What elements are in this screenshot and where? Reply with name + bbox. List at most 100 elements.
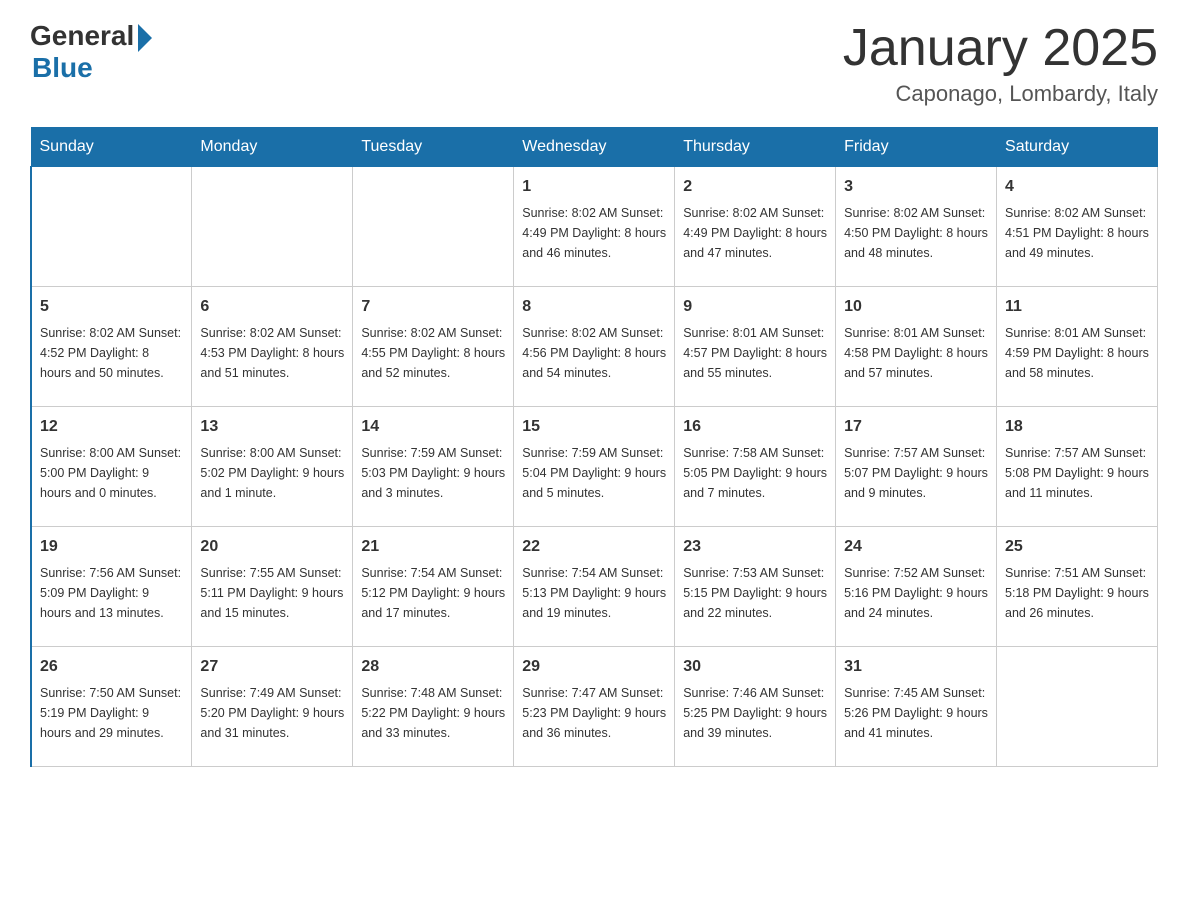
day-info: Sunrise: 7:58 AM Sunset: 5:05 PM Dayligh… xyxy=(683,443,827,503)
day-info: Sunrise: 7:51 AM Sunset: 5:18 PM Dayligh… xyxy=(1005,563,1149,623)
calendar-day-cell: 11 Sunrise: 8:01 AM Sunset: 4:59 PM Dayli… xyxy=(997,287,1158,407)
page-header: General Blue January 2025 Caponago, Lomb… xyxy=(30,20,1158,107)
calendar-day-cell: 19Sunrise: 7:56 AM Sunset: 5:09 PM Dayli… xyxy=(31,527,192,647)
day-number: 20 xyxy=(200,535,344,559)
day-of-week-header: Thursday xyxy=(675,128,836,167)
day-info: Sunrise: 7:57 AM Sunset: 5:07 PM Dayligh… xyxy=(844,443,988,503)
day-info: Sunrise: 8:00 AM Sunset: 5:02 PM Dayligh… xyxy=(200,443,344,503)
day-info: Sunrise: 8:01 AM Sunset: 4:59 PM Dayligh… xyxy=(1005,323,1149,383)
day-info: Sunrise: 7:50 AM Sunset: 5:19 PM Dayligh… xyxy=(40,683,183,743)
logo-blue-text: Blue xyxy=(32,52,93,84)
day-info: Sunrise: 7:57 AM Sunset: 5:08 PM Dayligh… xyxy=(1005,443,1149,503)
calendar-day-cell: 8Sunrise: 8:02 AM Sunset: 4:56 PM Daylig… xyxy=(514,287,675,407)
day-info: Sunrise: 8:02 AM Sunset: 4:49 PM Dayligh… xyxy=(522,203,666,263)
calendar-day-cell: 5Sunrise: 8:02 AM Sunset: 4:52 PM Daylig… xyxy=(31,287,192,407)
day-number: 7 xyxy=(361,295,505,319)
calendar-day-cell: 15 Sunrise: 7:59 AM Sunset: 5:04 PM Dayli… xyxy=(514,407,675,527)
day-number: 24 xyxy=(844,535,988,559)
calendar-day-cell: 27 Sunrise: 7:49 AM Sunset: 5:20 PM Dayli… xyxy=(192,647,353,767)
calendar-day-cell: 4 Sunrise: 8:02 AM Sunset: 4:51 PM Daylig… xyxy=(997,167,1158,287)
day-info: Sunrise: 7:55 AM Sunset: 5:11 PM Dayligh… xyxy=(200,563,344,623)
calendar-day-cell: 17 Sunrise: 7:57 AM Sunset: 5:07 PM Dayli… xyxy=(836,407,997,527)
calendar-day-cell: 1 Sunrise: 8:02 AM Sunset: 4:49 PM Daylig… xyxy=(514,167,675,287)
day-number: 4 xyxy=(1005,175,1149,199)
calendar-day-cell: 23 Sunrise: 7:53 AM Sunset: 5:15 PM Dayli… xyxy=(675,527,836,647)
calendar-day-cell: 29Sunrise: 7:47 AM Sunset: 5:23 PM Dayli… xyxy=(514,647,675,767)
day-number: 21 xyxy=(361,535,505,559)
day-info: Sunrise: 8:02 AM Sunset: 4:55 PM Dayligh… xyxy=(361,323,505,383)
day-number: 1 xyxy=(522,175,666,199)
day-number: 30 xyxy=(683,655,827,679)
calendar-week-row: 26 Sunrise: 7:50 AM Sunset: 5:19 PM Dayli… xyxy=(31,647,1158,767)
location-title: Caponago, Lombardy, Italy xyxy=(843,81,1158,107)
day-number: 28 xyxy=(361,655,505,679)
logo-general-text: General xyxy=(30,20,134,52)
day-info: Sunrise: 8:02 AM Sunset: 4:50 PM Dayligh… xyxy=(844,203,988,263)
calendar-day-cell: 28 Sunrise: 7:48 AM Sunset: 5:22 PM Dayli… xyxy=(353,647,514,767)
day-info: Sunrise: 7:48 AM Sunset: 5:22 PM Dayligh… xyxy=(361,683,505,743)
day-of-week-header: Sunday xyxy=(31,128,192,167)
day-number: 5 xyxy=(40,295,183,319)
day-number: 10 xyxy=(844,295,988,319)
logo-arrow-icon xyxy=(138,24,152,52)
day-number: 19 xyxy=(40,535,183,559)
calendar-day-cell: 20 Sunrise: 7:55 AM Sunset: 5:11 PM Dayli… xyxy=(192,527,353,647)
day-info: Sunrise: 7:59 AM Sunset: 5:03 PM Dayligh… xyxy=(361,443,505,503)
calendar-week-row: 5Sunrise: 8:02 AM Sunset: 4:52 PM Daylig… xyxy=(31,287,1158,407)
day-of-week-header: Tuesday xyxy=(353,128,514,167)
day-of-week-header: Wednesday xyxy=(514,128,675,167)
calendar-day-cell: 12Sunrise: 8:00 AM Sunset: 5:00 PM Dayli… xyxy=(31,407,192,527)
day-number: 26 xyxy=(40,655,183,679)
calendar-day-cell: 14 Sunrise: 7:59 AM Sunset: 5:03 PM Dayli… xyxy=(353,407,514,527)
calendar-day-cell: 31 Sunrise: 7:45 AM Sunset: 5:26 PM Dayli… xyxy=(836,647,997,767)
day-of-week-header: Monday xyxy=(192,128,353,167)
day-info: Sunrise: 8:01 AM Sunset: 4:57 PM Dayligh… xyxy=(683,323,827,383)
calendar-week-row: 19Sunrise: 7:56 AM Sunset: 5:09 PM Dayli… xyxy=(31,527,1158,647)
title-section: January 2025 Caponago, Lombardy, Italy xyxy=(843,20,1158,107)
day-number: 14 xyxy=(361,415,505,439)
day-info: Sunrise: 7:53 AM Sunset: 5:15 PM Dayligh… xyxy=(683,563,827,623)
day-number: 2 xyxy=(683,175,827,199)
month-title: January 2025 xyxy=(843,20,1158,77)
day-number: 27 xyxy=(200,655,344,679)
calendar-day-cell: 7 Sunrise: 8:02 AM Sunset: 4:55 PM Daylig… xyxy=(353,287,514,407)
day-info: Sunrise: 7:54 AM Sunset: 5:12 PM Dayligh… xyxy=(361,563,505,623)
calendar-week-row: 12Sunrise: 8:00 AM Sunset: 5:00 PM Dayli… xyxy=(31,407,1158,527)
day-number: 18 xyxy=(1005,415,1149,439)
day-number: 8 xyxy=(522,295,666,319)
day-number: 22 xyxy=(522,535,666,559)
calendar-day-cell: 9 Sunrise: 8:01 AM Sunset: 4:57 PM Daylig… xyxy=(675,287,836,407)
calendar-day-cell: 25Sunrise: 7:51 AM Sunset: 5:18 PM Dayli… xyxy=(997,527,1158,647)
calendar-day-cell: 16Sunrise: 7:58 AM Sunset: 5:05 PM Dayli… xyxy=(675,407,836,527)
calendar-day-cell xyxy=(997,647,1158,767)
day-number: 31 xyxy=(844,655,988,679)
calendar-day-cell xyxy=(353,167,514,287)
calendar-day-cell: 2 Sunrise: 8:02 AM Sunset: 4:49 PM Daylig… xyxy=(675,167,836,287)
day-info: Sunrise: 8:01 AM Sunset: 4:58 PM Dayligh… xyxy=(844,323,988,383)
day-number: 11 xyxy=(1005,295,1149,319)
calendar-day-cell: 6Sunrise: 8:02 AM Sunset: 4:53 PM Daylig… xyxy=(192,287,353,407)
calendar-table: SundayMondayTuesdayWednesdayThursdayFrid… xyxy=(30,127,1158,767)
day-info: Sunrise: 8:02 AM Sunset: 4:51 PM Dayligh… xyxy=(1005,203,1149,263)
day-info: Sunrise: 8:02 AM Sunset: 4:49 PM Dayligh… xyxy=(683,203,827,263)
day-of-week-header: Saturday xyxy=(997,128,1158,167)
logo: General Blue xyxy=(30,20,152,84)
day-number: 23 xyxy=(683,535,827,559)
day-info: Sunrise: 7:46 AM Sunset: 5:25 PM Dayligh… xyxy=(683,683,827,743)
day-info: Sunrise: 8:00 AM Sunset: 5:00 PM Dayligh… xyxy=(40,443,183,503)
calendar-day-cell xyxy=(192,167,353,287)
day-info: Sunrise: 7:49 AM Sunset: 5:20 PM Dayligh… xyxy=(200,683,344,743)
day-of-week-header: Friday xyxy=(836,128,997,167)
day-info: Sunrise: 7:47 AM Sunset: 5:23 PM Dayligh… xyxy=(522,683,666,743)
calendar-day-cell: 10 Sunrise: 8:01 AM Sunset: 4:58 PM Dayli… xyxy=(836,287,997,407)
calendar-header-row: SundayMondayTuesdayWednesdayThursdayFrid… xyxy=(31,128,1158,167)
day-number: 9 xyxy=(683,295,827,319)
day-number: 17 xyxy=(844,415,988,439)
day-info: Sunrise: 7:59 AM Sunset: 5:04 PM Dayligh… xyxy=(522,443,666,503)
day-number: 15 xyxy=(522,415,666,439)
calendar-day-cell: 24Sunrise: 7:52 AM Sunset: 5:16 PM Dayli… xyxy=(836,527,997,647)
calendar-day-cell: 21 Sunrise: 7:54 AM Sunset: 5:12 PM Dayli… xyxy=(353,527,514,647)
day-info: Sunrise: 7:45 AM Sunset: 5:26 PM Dayligh… xyxy=(844,683,988,743)
day-info: Sunrise: 7:54 AM Sunset: 5:13 PM Dayligh… xyxy=(522,563,666,623)
calendar-day-cell: 22 Sunrise: 7:54 AM Sunset: 5:13 PM Dayli… xyxy=(514,527,675,647)
